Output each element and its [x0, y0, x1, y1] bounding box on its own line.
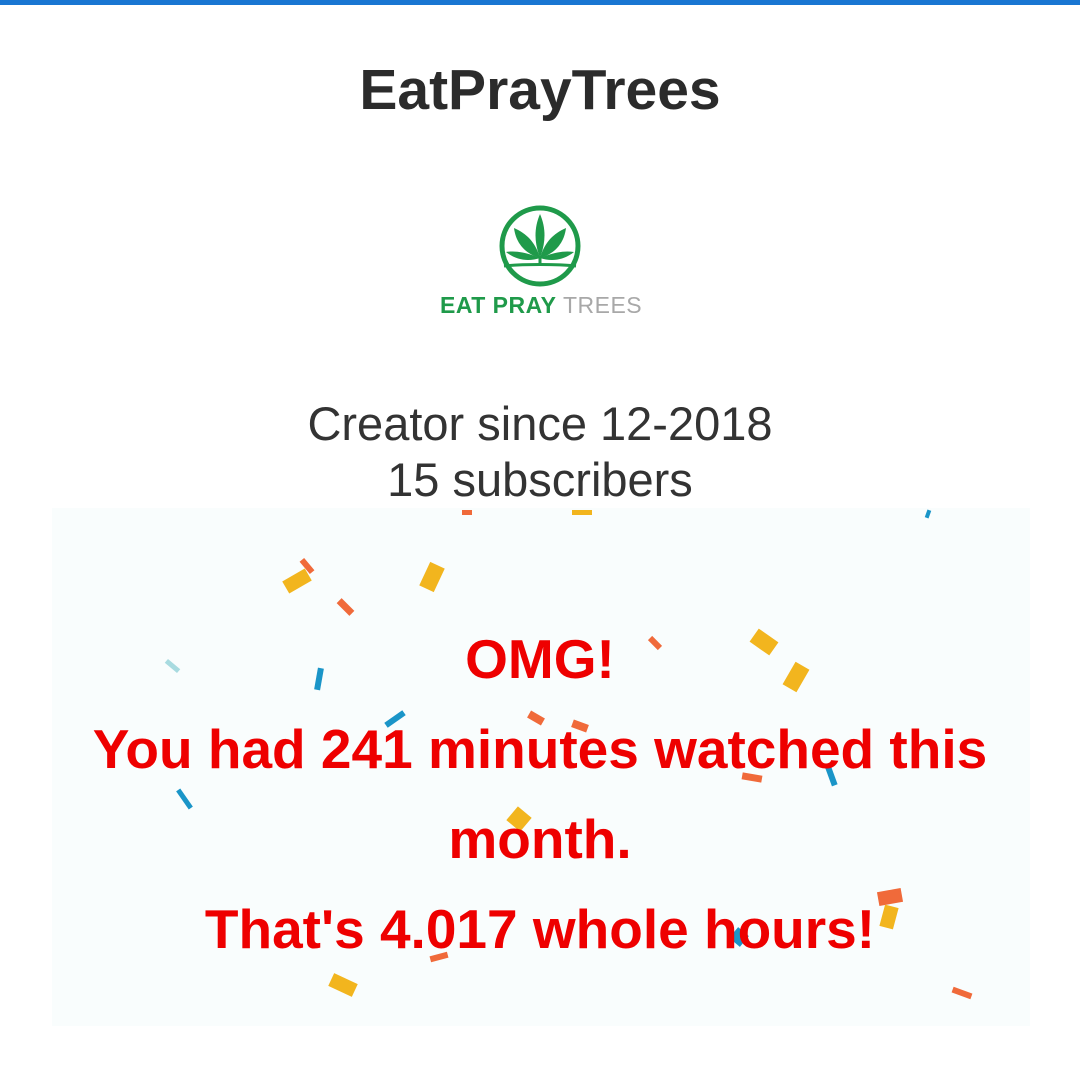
celebration-line-2: You had 241 minutes watched this [92, 718, 988, 780]
logo-wordmark: EAT PRAY TREES [440, 292, 643, 319]
confetti-piece [924, 509, 932, 519]
creator-since: Creator since 12-2018 [307, 397, 773, 450]
celebration-message: OMG! You had 241 minutes watched this mo… [0, 614, 1080, 974]
cannabis-leaf-icon [499, 205, 581, 287]
logo-wordmark-part2: TREES [562, 292, 643, 318]
confetti-piece [951, 986, 973, 1000]
top-accent-bar [0, 0, 1080, 5]
confetti-piece [328, 973, 358, 997]
subscriber-count: 15 subscribers [387, 453, 693, 506]
page: EatPrayTrees EAT PRAY TREES Creator sinc… [0, 0, 1080, 1089]
celebration-line-4: That's 4.017 whole hours! [204, 898, 876, 960]
creator-info: Creator since 12-2018 15 subscribers [0, 396, 1080, 508]
celebration-line-3: month. [448, 808, 632, 870]
confetti-piece [572, 510, 592, 515]
confetti-piece [462, 510, 472, 515]
channel-logo: EAT PRAY TREES [440, 200, 643, 330]
celebration-line-1: OMG! [465, 628, 615, 690]
logo-wordmark-part1: EAT PRAY [440, 292, 557, 318]
confetti-piece [419, 561, 445, 593]
channel-title: EatPrayTrees [359, 58, 721, 122]
